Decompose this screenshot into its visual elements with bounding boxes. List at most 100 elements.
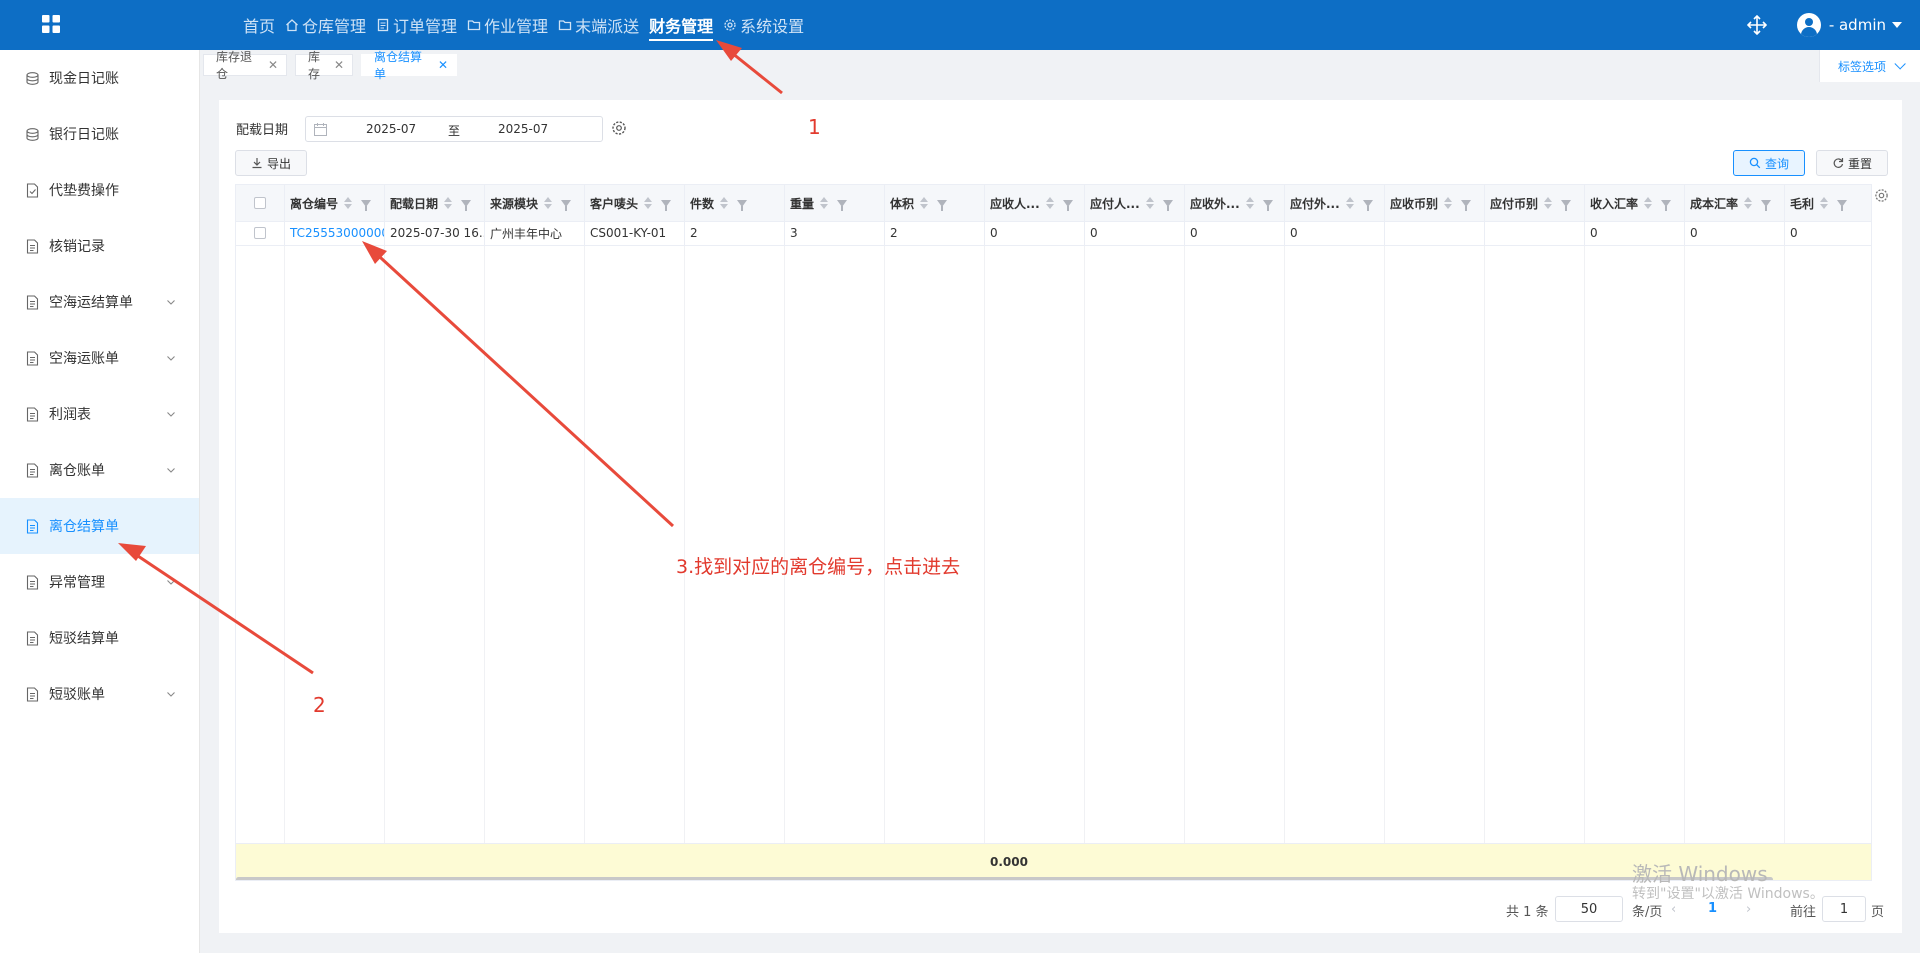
current-page[interactable]: 1 xyxy=(1708,901,1717,916)
sidebar-item[interactable]: 短驳账单 xyxy=(0,666,199,722)
column-header[interactable]: 重量 xyxy=(785,185,885,221)
column-header[interactable]: 离仓编号 xyxy=(285,185,385,221)
column-header[interactable]: 应收币别 xyxy=(1385,185,1485,221)
column-header[interactable]: 应收外... xyxy=(1185,185,1285,221)
sidebar-item[interactable]: 空海运结算单 xyxy=(0,274,199,330)
sort-icon[interactable] xyxy=(1544,196,1553,210)
sort-icon[interactable] xyxy=(644,196,653,210)
close-icon[interactable]: ✕ xyxy=(268,58,278,72)
filter-icon[interactable] xyxy=(937,199,948,211)
sort-icon[interactable] xyxy=(1644,196,1653,210)
filter-icon[interactable] xyxy=(461,199,472,211)
column-header[interactable]: 客户唛头 xyxy=(585,185,685,221)
nav-last-mile[interactable]: 末端派送 xyxy=(558,0,639,50)
column-header[interactable]: 应付外... xyxy=(1285,185,1385,221)
prev-page-button[interactable]: ‹ xyxy=(1671,902,1676,917)
query-button[interactable]: 查询 xyxy=(1733,150,1805,176)
nav-home[interactable]: 首页 xyxy=(243,0,275,50)
close-icon[interactable]: ✕ xyxy=(334,58,344,72)
avatar[interactable] xyxy=(1796,13,1821,37)
chevron-down-icon[interactable] xyxy=(166,465,176,475)
nav-finance[interactable]: 财务管理 xyxy=(649,0,714,50)
app-grid-icon[interactable] xyxy=(42,15,60,33)
chevron-down-icon[interactable] xyxy=(166,409,176,419)
close-icon[interactable]: ✕ xyxy=(438,58,448,72)
sort-icon[interactable] xyxy=(444,196,453,210)
sort-icon[interactable] xyxy=(1045,196,1055,210)
chevron-down-icon[interactable] xyxy=(166,353,176,363)
filter-icon[interactable] xyxy=(737,199,748,211)
sort-icon[interactable] xyxy=(1245,196,1255,210)
gear-icon[interactable] xyxy=(611,120,627,136)
nav-operations[interactable]: 作业管理 xyxy=(467,0,548,50)
sidebar-item[interactable]: 代垫费操作 xyxy=(0,162,199,218)
sort-icon[interactable] xyxy=(1345,196,1355,210)
sidebar-item[interactable]: 利润表 xyxy=(0,386,199,442)
filter-icon[interactable] xyxy=(361,199,372,211)
filter-icon[interactable] xyxy=(1062,199,1073,211)
column-settings-gear-icon[interactable] xyxy=(1874,188,1889,203)
chevron-down-icon[interactable] xyxy=(1892,22,1902,28)
filter-icon[interactable] xyxy=(1362,199,1373,211)
column-header[interactable]: 毛利 xyxy=(1785,185,1871,221)
sidebar-item[interactable]: 银行日记账 xyxy=(0,106,199,162)
sort-icon[interactable] xyxy=(1744,196,1753,210)
sidebar-item[interactable]: 离仓账单 xyxy=(0,442,199,498)
chevron-down-icon[interactable] xyxy=(166,689,176,699)
nav-warehouse[interactable]: 仓库管理 xyxy=(285,0,366,50)
sidebar-item[interactable]: 空海运账单 xyxy=(0,330,199,386)
date-range-picker[interactable]: 2025-07 至 2025-07 xyxy=(305,116,603,142)
row-checkbox[interactable] xyxy=(254,227,266,239)
column-header[interactable]: 应付人... xyxy=(1085,185,1185,221)
nav-orders[interactable]: 订单管理 xyxy=(376,0,457,50)
chevron-down-icon[interactable] xyxy=(166,297,176,307)
filter-icon[interactable] xyxy=(1761,199,1772,211)
fullscreen-move-icon[interactable] xyxy=(1746,15,1767,35)
sidebar-item[interactable]: 现金日记账 xyxy=(0,50,199,106)
column-header[interactable]: 应收人... xyxy=(985,185,1085,221)
goto-page-input[interactable]: 1 xyxy=(1822,896,1866,922)
sidebar-item[interactable]: 异常管理 xyxy=(0,554,199,610)
chevron-down-icon[interactable] xyxy=(166,577,176,587)
column-header[interactable]: 应付币别 xyxy=(1485,185,1585,221)
filter-icon[interactable] xyxy=(561,199,572,211)
tab-inventory[interactable]: 库存 ✕ xyxy=(295,50,353,81)
sidebar-item[interactable]: 离仓结算单 xyxy=(0,498,199,554)
page-size-select[interactable]: 50 xyxy=(1555,896,1623,922)
filter-icon[interactable] xyxy=(1262,199,1273,211)
tab-departure-settlement[interactable]: 离仓结算单 ✕ xyxy=(361,50,457,81)
user-name[interactable]: - admin xyxy=(1829,16,1886,34)
sort-icon[interactable] xyxy=(920,196,929,210)
filter-icon[interactable] xyxy=(661,199,672,211)
column-header[interactable]: 成本汇率 xyxy=(1685,185,1785,221)
reset-button[interactable]: 重置 xyxy=(1816,150,1888,176)
sidebar-item[interactable]: 短驳结算单 xyxy=(0,610,199,666)
column-header[interactable]: 件数 xyxy=(685,185,785,221)
column-header[interactable]: 来源模块 xyxy=(485,185,585,221)
sort-icon[interactable] xyxy=(720,196,729,210)
column-header[interactable]: 收入汇率 xyxy=(1585,185,1685,221)
sort-icon[interactable] xyxy=(544,196,553,210)
tab-options-button[interactable]: 标签选项 xyxy=(1819,50,1920,82)
filter-icon[interactable] xyxy=(1162,199,1173,211)
date-to[interactable]: 2025-07 xyxy=(498,122,548,136)
sort-icon[interactable] xyxy=(1444,196,1453,210)
sort-icon[interactable] xyxy=(344,196,353,210)
sidebar-item[interactable]: 核销记录 xyxy=(0,218,199,274)
date-from[interactable]: 2025-07 xyxy=(366,122,416,136)
export-button[interactable]: 导出 xyxy=(235,150,307,176)
table-row[interactable]: TC2555300000012025-07-30 16...广州丰年中心CS00… xyxy=(236,221,1871,246)
sort-icon[interactable] xyxy=(820,196,829,210)
column-header[interactable]: 体积 xyxy=(885,185,985,221)
sort-icon[interactable] xyxy=(1820,196,1829,210)
nav-settings[interactable]: 系统设置 xyxy=(723,0,804,50)
column-header[interactable]: 配载日期 xyxy=(385,185,485,221)
filter-icon[interactable] xyxy=(837,199,848,211)
next-page-button[interactable]: › xyxy=(1746,902,1751,917)
sort-icon[interactable] xyxy=(1145,196,1155,210)
departure-number-link[interactable]: TC255530000001 xyxy=(285,221,385,245)
tab-inventory-return[interactable]: 库存退仓 ✕ xyxy=(203,50,287,81)
filter-icon[interactable] xyxy=(1661,199,1672,211)
select-all-checkbox[interactable] xyxy=(254,197,266,209)
filter-icon[interactable] xyxy=(1837,199,1848,211)
